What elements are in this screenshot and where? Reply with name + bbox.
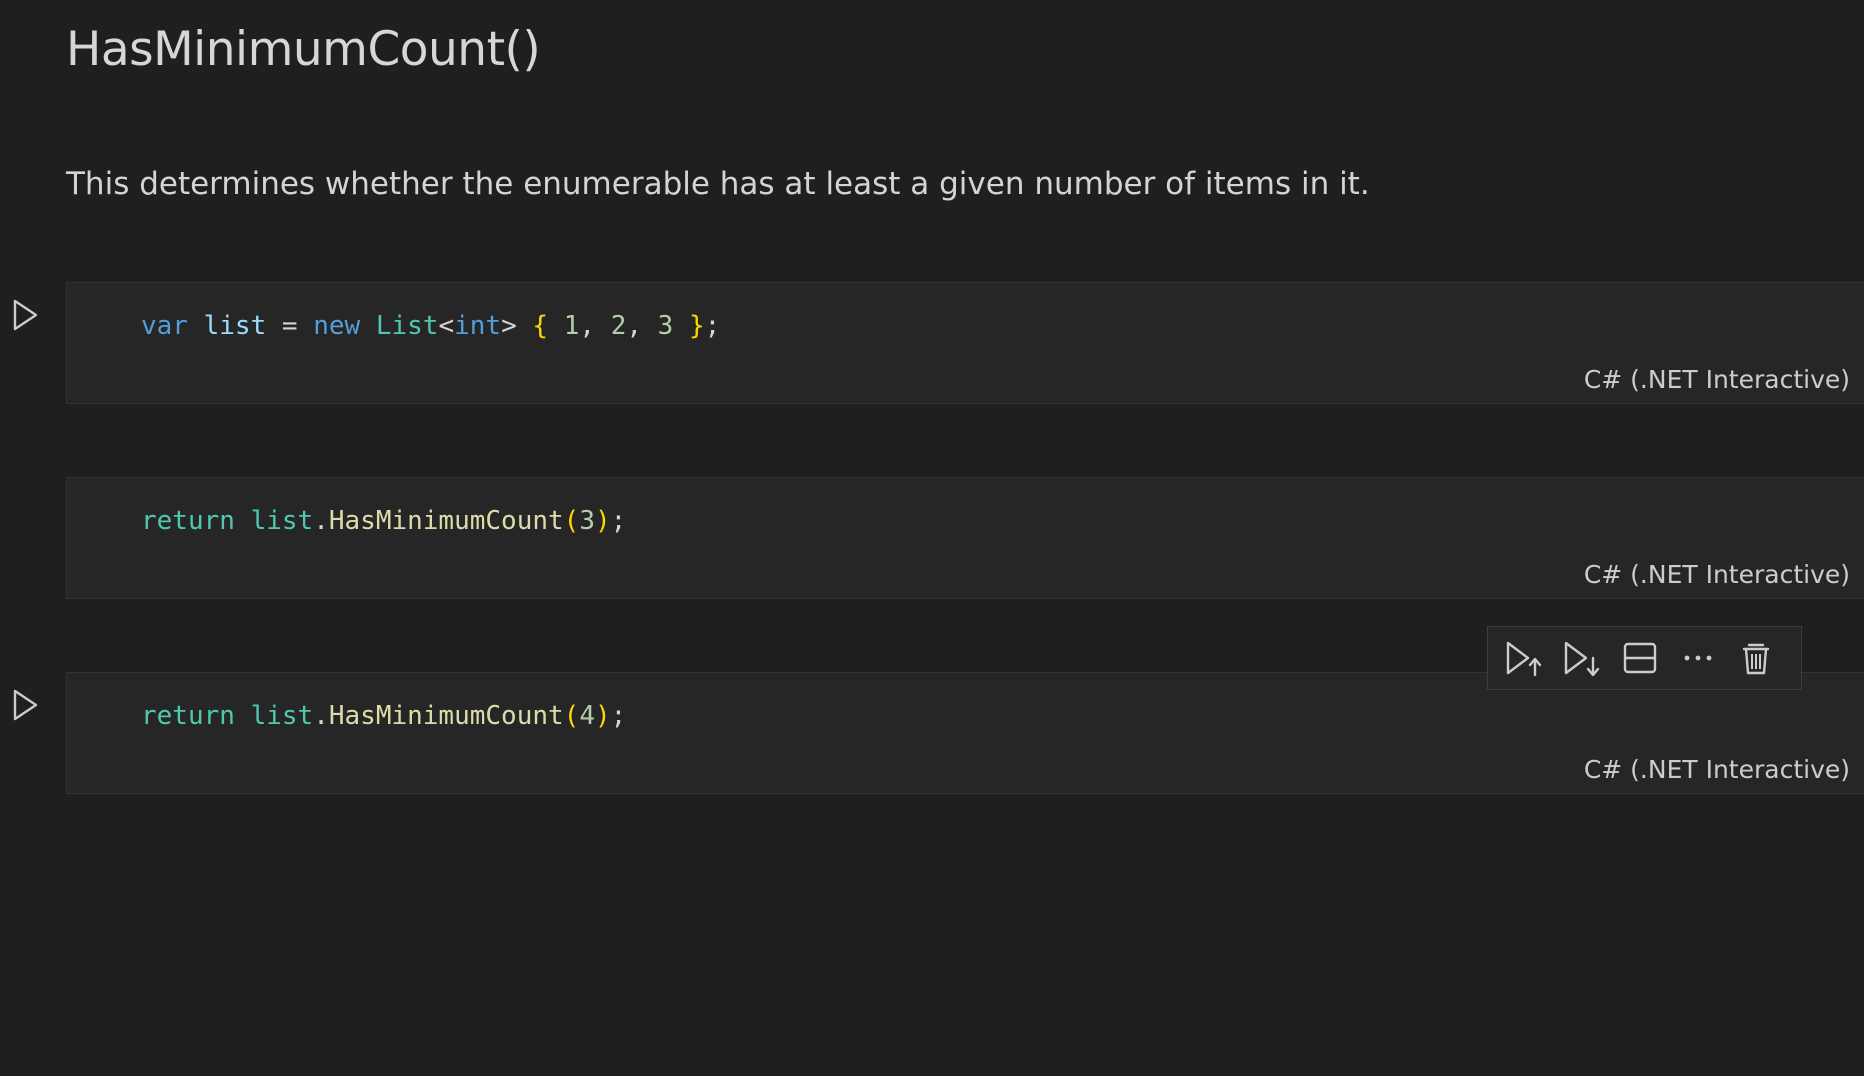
run-cell-button[interactable] <box>10 298 40 332</box>
notebook-editor: HasMinimumCount() This determines whethe… <box>0 0 1864 1076</box>
code-token: . <box>313 506 329 536</box>
code-token: , <box>579 311 596 341</box>
code-token: ) <box>594 506 611 536</box>
cell-language-picker[interactable]: C# (.NET Interactive) <box>1584 365 1850 394</box>
execute-above-button[interactable] <box>1500 634 1548 682</box>
code-cell[interactable]: return list.HasMinimumCount(4); C# (.NET… <box>66 672 1864 794</box>
code-token: ; <box>704 311 721 341</box>
more-actions-button[interactable] <box>1674 634 1722 682</box>
execute-below-button[interactable] <box>1558 634 1606 682</box>
markdown-description: This determines whether the enumerable h… <box>66 166 1370 202</box>
code-token: list <box>250 506 314 536</box>
code-token: var <box>141 311 188 341</box>
code-token: HasMinimumCount <box>328 701 564 731</box>
code-token: return <box>141 506 235 536</box>
delete-cell-button[interactable] <box>1732 634 1780 682</box>
code-line[interactable]: return list.HasMinimumCount(4); <box>141 701 626 731</box>
code-token: 3 <box>657 311 674 341</box>
code-token: { <box>532 311 549 341</box>
code-token: ; <box>610 701 627 731</box>
play-icon <box>13 689 38 721</box>
split-cell-icon <box>1623 642 1657 674</box>
code-token: , <box>626 311 642 341</box>
code-token: 1 <box>563 311 580 341</box>
code-token: 2 <box>610 311 627 341</box>
execute-above-icon <box>1506 641 1542 677</box>
code-token: int <box>454 311 502 341</box>
code-token: list <box>203 311 267 341</box>
code-token: 4 <box>579 701 595 731</box>
code-token: ( <box>563 506 580 536</box>
code-token: . <box>313 701 329 731</box>
code-token: list <box>250 701 314 731</box>
play-icon <box>13 299 38 331</box>
code-token: 3 <box>579 506 595 536</box>
code-token: HasMinimumCount <box>328 506 564 536</box>
more-actions-icon <box>1684 655 1712 661</box>
delete-icon <box>1742 643 1770 675</box>
execute-below-icon <box>1564 641 1600 677</box>
cell-language-picker[interactable]: C# (.NET Interactive) <box>1584 560 1850 589</box>
code-token: > <box>501 311 517 341</box>
code-token: = <box>281 311 298 341</box>
code-token: } <box>688 311 705 341</box>
code-token: < <box>438 311 455 341</box>
cell-toolbar <box>1487 626 1802 690</box>
code-cell[interactable]: var list = new List<int> { 1, 2, 3 }; C#… <box>66 282 1864 404</box>
code-token: return <box>141 701 235 731</box>
code-line[interactable]: return list.HasMinimumCount(3); <box>141 506 626 536</box>
code-token: ( <box>563 701 580 731</box>
code-line[interactable]: var list = new List<int> { 1, 2, 3 }; <box>141 311 720 341</box>
code-cell[interactable]: return list.HasMinimumCount(3); C# (.NET… <box>66 477 1864 599</box>
cell-language-picker[interactable]: C# (.NET Interactive) <box>1584 755 1850 784</box>
code-token: new <box>313 311 361 341</box>
code-token: ; <box>610 506 627 536</box>
run-cell-button[interactable] <box>10 688 40 722</box>
code-token: List <box>375 311 439 341</box>
code-token: ) <box>594 701 611 731</box>
split-cell-button[interactable] <box>1616 634 1664 682</box>
page-title: HasMinimumCount() <box>66 22 541 77</box>
